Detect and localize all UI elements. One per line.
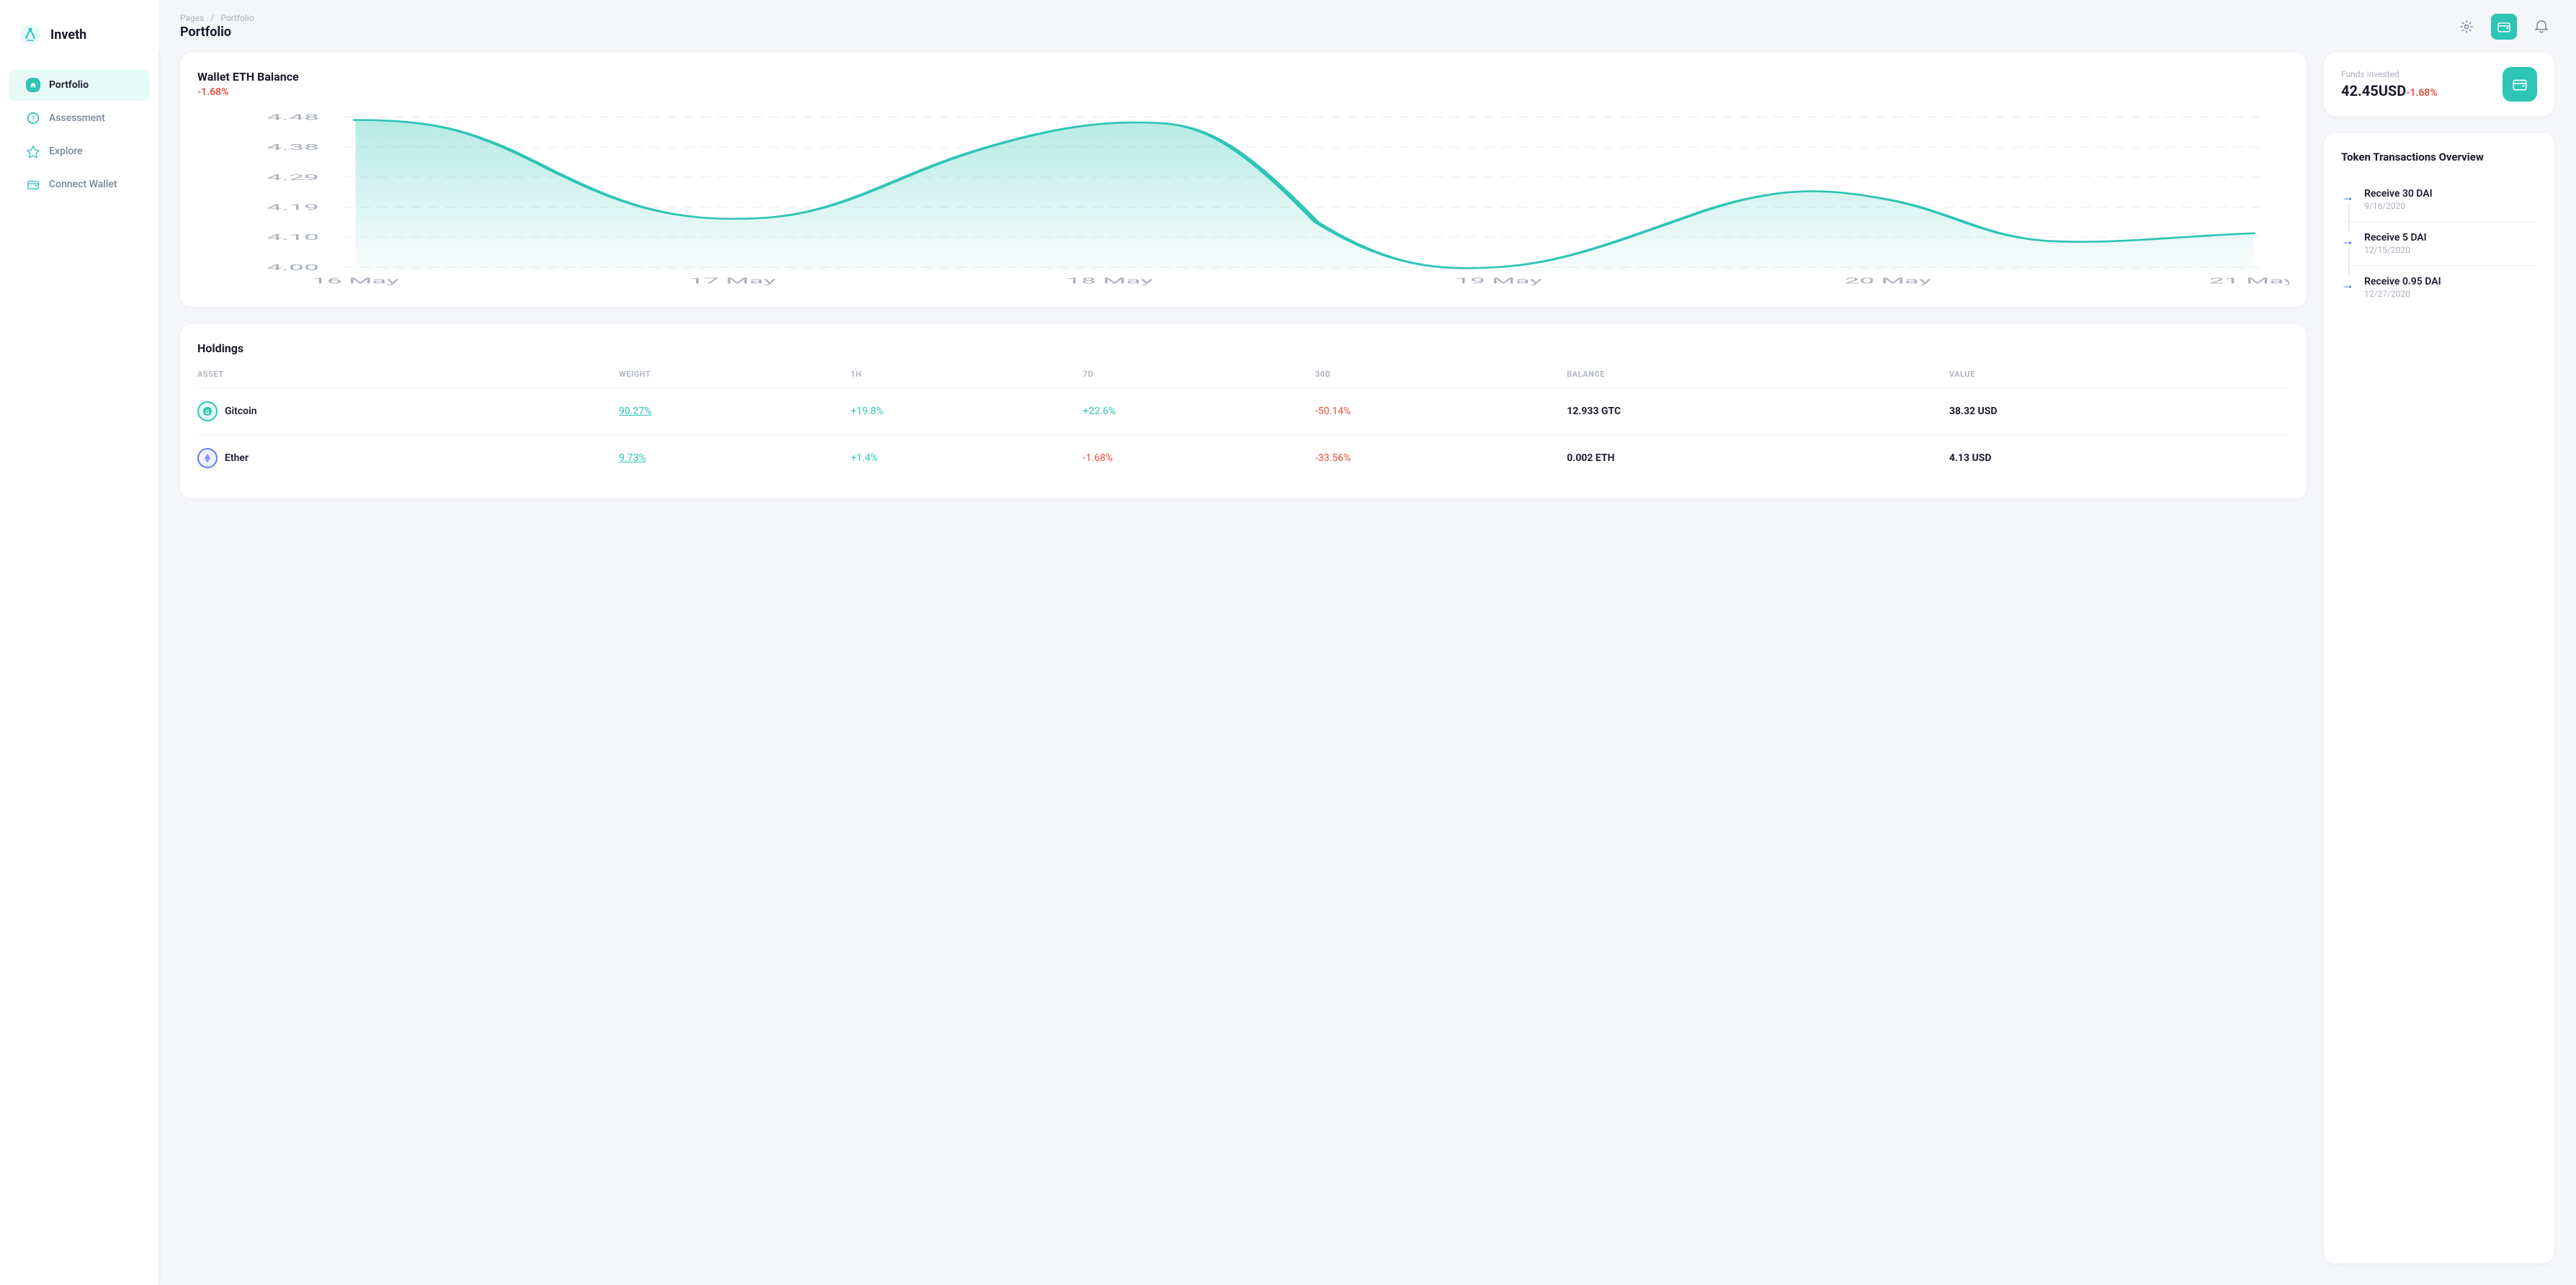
funds-value: 42.45USD-1.68% (2341, 82, 2438, 99)
asset-cell-ether: Ether (197, 448, 619, 468)
page-header: Pages / Portfolio Portfolio (158, 0, 2576, 53)
svg-text:16 May: 16 May (312, 276, 399, 285)
svg-text:4.48: 4.48 (267, 112, 318, 122)
logo-icon (17, 22, 43, 48)
col-30d: 30D (1315, 370, 1567, 388)
home-icon (26, 78, 40, 92)
page-title: Portfolio (180, 24, 254, 40)
svg-text:17 May: 17 May (689, 276, 776, 285)
sidebar-item-portfolio[interactable]: Portfolio (9, 69, 150, 101)
svg-text:4.10: 4.10 (267, 233, 318, 242)
holdings-title: Holdings (197, 341, 2289, 355)
svg-text:4.19: 4.19 (267, 202, 318, 212)
header-actions (2454, 14, 2554, 40)
chart-change: -1.68% (197, 86, 2289, 98)
settings-button[interactable] (2454, 14, 2479, 40)
svg-text:20 May: 20 May (1844, 276, 1931, 285)
content-area: Wallet ETH Balance -1.68% 4.48 (158, 53, 2576, 1285)
logo-area: Inveth (0, 14, 158, 68)
sidebar-label-assessment: Assessment (49, 112, 105, 124)
table-row: Ether 9.73% +1.4% -1.68% -33.56% 0.002 E… (197, 435, 2289, 482)
funds-wallet-button[interactable] (2503, 67, 2537, 102)
wallet-nav-icon (26, 177, 40, 192)
table-row: G Gitcoin 90.27% +19.8% +22.6% -50.14% 1… (197, 388, 2289, 435)
chart-area: 4.48 4.38 4.29 4.19 4.10 4.00 (197, 109, 2289, 290)
gitcoin-icon: G (197, 401, 218, 421)
svg-text:G: G (205, 409, 209, 416)
transaction-item: → Receive 5 DAI 12/15/2020 (2341, 222, 2537, 266)
arrow-icon-2: → (2341, 233, 2354, 249)
svg-text:4.00: 4.00 (267, 262, 318, 272)
transactions-title: Token Transactions Overview (2341, 151, 2537, 164)
holdings-table: ASSET WEIGHT 1H 7D 30D BALANCE VALUE (197, 370, 2289, 481)
breadcrumb: Pages / Portfolio Portfolio (180, 13, 254, 40)
chart-title: Wallet ETH Balance (197, 70, 2289, 84)
arrow-icon-3: → (2341, 277, 2354, 292)
col-asset: ASSET (197, 370, 619, 388)
col-balance: BALANCE (1567, 370, 1949, 388)
tx-info-2: Receive 5 DAI 12/15/2020 (2364, 232, 2427, 255)
transaction-item: → Receive 0.95 DAI 12/27/2020 (2341, 266, 2537, 309)
svg-text:4.38: 4.38 (267, 143, 318, 152)
svg-text:19 May: 19 May (1455, 276, 1542, 285)
sidebar-item-assessment[interactable]: ? Assessment (9, 102, 150, 134)
svg-text:21 May: 21 May (2209, 276, 2289, 285)
app-name: Inveth (50, 27, 86, 42)
right-column: Funds invested 42.45USD-1.68% (2324, 53, 2554, 1263)
transaction-item: → Receive 30 DAI 9/16/2020 (2341, 178, 2537, 222)
col-1h: 1H (851, 370, 1083, 388)
col-weight: WEIGHT (619, 370, 851, 388)
assessment-icon: ? (26, 111, 40, 125)
sidebar-label-connect-wallet: Connect Wallet (49, 179, 117, 190)
tx-info-3: Receive 0.95 DAI 12/27/2020 (2364, 276, 2441, 299)
svg-text:?: ? (32, 116, 35, 123)
col-value: VALUE (1949, 370, 2289, 388)
transactions-list: → Receive 30 DAI 9/16/2020 → Receive 5 D… (2341, 178, 2537, 309)
holdings-card: Holdings ASSET WEIGHT 1H 7D 30D BALANCE … (180, 324, 2307, 498)
explore-icon (26, 144, 40, 158)
sidebar-label-explore: Explore (49, 145, 83, 157)
sidebar-item-explore[interactable]: Explore (9, 135, 150, 167)
sidebar: Inveth Portfolio ? Assessment (0, 0, 158, 1285)
funds-label: Funds invested (2341, 69, 2438, 79)
arrow-icon-1: → (2341, 189, 2354, 205)
transactions-card: Token Transactions Overview → Receive 30… (2324, 133, 2554, 1263)
tx-info-1: Receive 30 DAI 9/16/2020 (2364, 188, 2433, 211)
sidebar-item-connect-wallet[interactable]: Connect Wallet (9, 169, 150, 200)
wallet-button[interactable] (2491, 14, 2517, 40)
col-7d: 7D (1083, 370, 1315, 388)
notifications-button[interactable] (2528, 14, 2554, 40)
funds-info: Funds invested 42.45USD-1.68% (2341, 69, 2438, 99)
left-column: Wallet ETH Balance -1.68% 4.48 (180, 53, 2307, 1263)
breadcrumb-path: Pages / Portfolio (180, 13, 254, 23)
main-content: Pages / Portfolio Portfolio (158, 0, 2576, 1285)
asset-cell-gitcoin: G Gitcoin (197, 401, 619, 421)
funds-card: Funds invested 42.45USD-1.68% (2324, 53, 2554, 116)
chart-card: Wallet ETH Balance -1.68% 4.48 (180, 53, 2307, 307)
svg-text:4.29: 4.29 (267, 172, 318, 182)
ether-icon (197, 448, 218, 468)
svg-text:18 May: 18 May (1066, 276, 1153, 285)
sidebar-nav: Portfolio ? Assessment Explore (0, 68, 158, 202)
sidebar-label-portfolio: Portfolio (49, 79, 89, 91)
